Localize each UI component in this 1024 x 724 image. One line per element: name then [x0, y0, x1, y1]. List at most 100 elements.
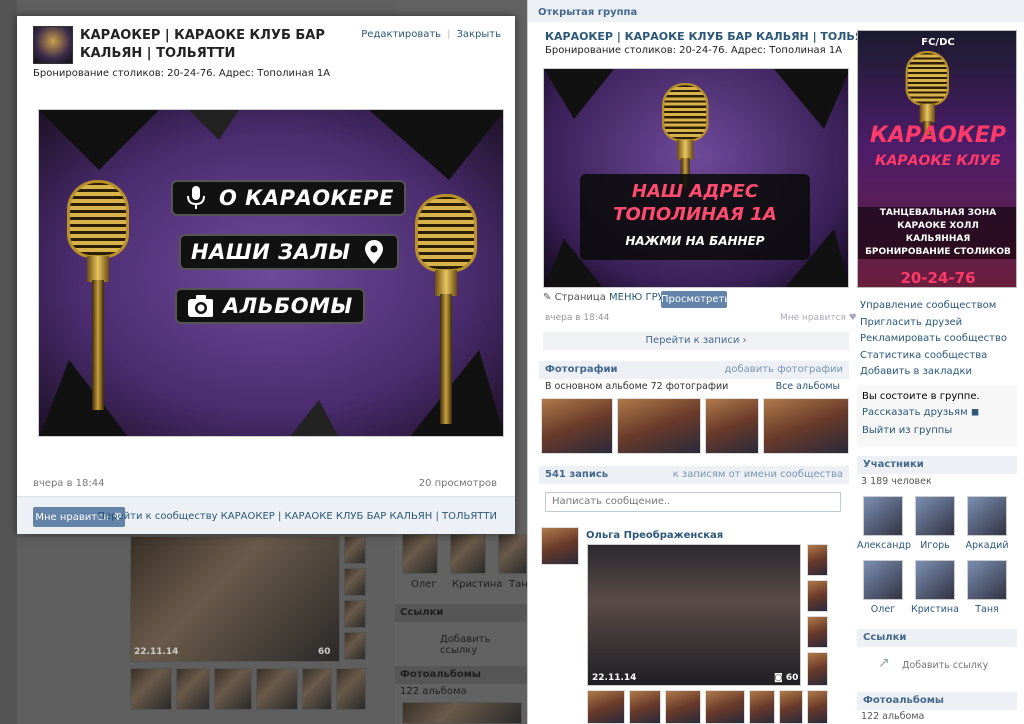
photo-thumb[interactable]	[807, 580, 828, 612]
club-poster[interactable]: FC/DC КАРАОКЕР КАРАОКЕ КЛУБ ТАНЦЕВАЛЬНАЯ…	[857, 30, 1017, 288]
leave-group-link[interactable]: Выйти из группы	[862, 423, 1012, 439]
dim-thumb	[176, 668, 210, 710]
menu-stats[interactable]: Статистика сообщества	[860, 348, 1007, 365]
photo-thumb[interactable]	[807, 652, 828, 686]
microphone-right	[407, 194, 485, 424]
photo-thumb[interactable]	[705, 398, 759, 454]
camera-icon: ◙	[774, 673, 783, 683]
photo-thumb[interactable]	[807, 616, 828, 648]
photo-thumb[interactable]	[705, 690, 745, 724]
group-menu: Управление сообществом Пригласить друзей…	[860, 298, 1007, 381]
menu-bookmark[interactable]: Добавить в закладки	[860, 364, 1007, 381]
member[interactable]: Аркадий	[961, 496, 1013, 551]
about-button[interactable]: О КАРАОКЕРЕ	[171, 180, 406, 216]
dim-member-name: Кристина	[452, 579, 503, 590]
dim-albums-title: Фотоальбомы	[400, 669, 481, 680]
author-link[interactable]: Ольга Преображенская	[586, 530, 723, 541]
member[interactable]: Олег	[857, 560, 909, 615]
edit-link[interactable]: Редактировать	[361, 29, 441, 40]
page-popup: КАРАОКЕР | КАРАОКЕ КЛУБ БАР КАЛЬЯН | ТОЛ…	[17, 16, 515, 534]
dim-sidebar	[0, 0, 17, 724]
chevron-right-icon: ›	[742, 335, 747, 346]
members-count: 3 189 человек	[861, 476, 932, 487]
like-link[interactable]: Мне нравится ♥	[780, 313, 857, 323]
dim-photo-date: 22.11.14	[134, 647, 179, 657]
menu-invite[interactable]: Пригласить друзей	[860, 315, 1007, 332]
dim-thumb	[344, 536, 366, 564]
group-title: КАРАОКЕР | КАРАОКЕ КЛУБ БАР КАЛЬЯН | ТОЛ…	[545, 30, 888, 43]
avatar	[967, 560, 1007, 600]
poster-title: КАРАОКЕР	[870, 123, 1006, 148]
group-type: Открытая группа	[538, 7, 638, 18]
heart-icon: ♥	[848, 313, 857, 323]
dim-thumb	[256, 668, 298, 710]
popup-title: КАРАОКЕР | КАРАОКЕ КЛУБ БАР КАЛЬЯН | ТОЛ…	[80, 28, 325, 61]
message-input[interactable]: Написать сообщение..	[545, 492, 841, 512]
dim-thumb	[344, 632, 366, 660]
post-photo[interactable]	[587, 544, 801, 686]
group-page: Открытая группа КАРАОКЕР | КАРАОКЕ КЛУБ …	[527, 0, 1024, 724]
photo-thumb[interactable]	[807, 544, 828, 576]
camera-icon	[187, 293, 213, 319]
goto-posts-label: Перейти к записи	[645, 335, 740, 346]
view-count: 20 просмотров	[418, 478, 497, 489]
tell-friends-link[interactable]: Рассказать друзьям ◼	[862, 405, 1012, 421]
photo-thumb[interactable]	[617, 398, 701, 454]
location-pin-icon	[361, 239, 387, 265]
members-title: Участники	[863, 459, 924, 470]
dim-add-link: Добавить ссылку	[440, 634, 491, 656]
menu-manage[interactable]: Управление сообществом	[860, 298, 1007, 315]
member[interactable]: Игорь	[909, 496, 961, 551]
links-bar: Ссылки	[857, 629, 1017, 647]
photo-count-value: 60	[785, 673, 799, 683]
avatar	[967, 496, 1007, 536]
dim-big-photo	[130, 536, 340, 662]
goto-posts-bar[interactable]: Перейти к записи ›	[543, 332, 849, 350]
member[interactable]: Кристина	[909, 560, 961, 615]
avatar	[863, 496, 903, 536]
member-name: Александр	[857, 540, 912, 551]
photo-thumb[interactable]	[763, 398, 849, 454]
member-name: Аркадий	[965, 540, 1009, 551]
posts-bar: 541 запись к записям от имени сообщества	[539, 466, 849, 484]
dim-thumb	[344, 600, 366, 628]
author-avatar[interactable]	[541, 527, 579, 565]
all-albums-link[interactable]: Все альбомы	[776, 381, 840, 392]
photo-thumb[interactable]	[665, 690, 701, 724]
photo-thumb[interactable]	[807, 690, 828, 724]
menu-advertise[interactable]: Рекламировать сообщество	[860, 331, 1007, 348]
members-bar: Участники	[857, 456, 1017, 474]
member-name: Кристина	[911, 604, 959, 615]
post-date: вчера в 18:44	[545, 313, 610, 323]
dim-thumb	[130, 668, 172, 710]
address-banner[interactable]: НАШ АДРЕС ТОПОЛИНАЯ 1А НАЖМИ НА БАННЕР	[543, 68, 849, 288]
view-button[interactable]: Просмотреть	[661, 291, 730, 308]
add-photos-link[interactable]: добавить фотографии	[724, 364, 843, 375]
dim-links-title: Ссылки	[400, 607, 444, 618]
photo-thumb[interactable]	[541, 398, 613, 454]
add-link[interactable]: Добавить ссылку	[902, 660, 988, 671]
albums-button[interactable]: АЛЬБОМЫ	[175, 288, 365, 324]
poster-phone: 20-24-76	[900, 269, 976, 287]
dim-album-cover	[402, 702, 522, 724]
member[interactable]: Таня	[961, 560, 1013, 615]
albums-title: Фотоальбомы	[863, 695, 944, 706]
member[interactable]: Александр	[857, 496, 912, 551]
close-link[interactable]: Закрыть	[456, 29, 501, 40]
dim-member-name: Таня	[509, 579, 527, 590]
posts-from-link[interactable]: к записям от имени сообщества	[673, 469, 843, 480]
page-label: Страница	[554, 292, 606, 303]
photo-thumb[interactable]	[587, 690, 625, 724]
like-label: Мне нравится	[780, 313, 846, 323]
halls-button[interactable]: НАШИ ЗАЛЫ	[179, 234, 399, 270]
photo-thumb[interactable]	[629, 690, 661, 724]
dim-photo-count: 60	[318, 647, 331, 657]
group-avatar[interactable]	[33, 26, 73, 64]
photo-thumb[interactable]	[749, 690, 775, 724]
photos-title: Фотографии	[545, 364, 618, 375]
poster-line: КАРАОКЕ ХОЛЛ	[897, 221, 979, 231]
dim-albums-count: 122 альбома	[400, 686, 467, 697]
goto-community-link[interactable]: Перейти к сообществу КАРАОКЕР | КАРАОКЕ …	[98, 511, 498, 522]
popup-footer: Мне нравится ♥ Перейти к сообществу КАРА…	[17, 496, 515, 534]
photo-thumb[interactable]	[779, 690, 803, 724]
